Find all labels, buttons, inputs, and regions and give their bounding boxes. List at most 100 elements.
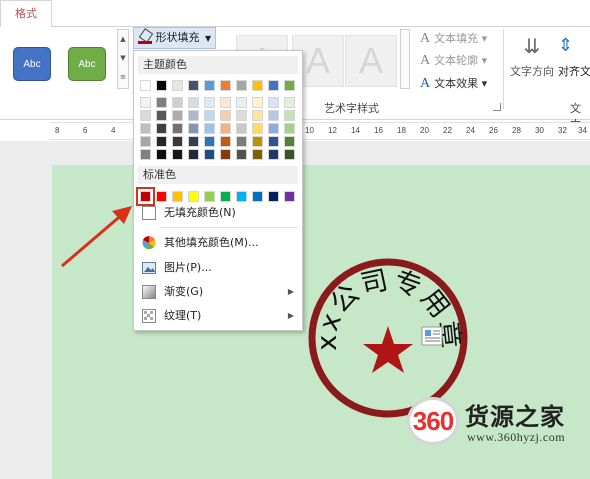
theme-color-swatch[interactable] [140, 136, 151, 147]
align-text-button[interactable]: ⇕ 对齐文 [558, 29, 590, 93]
theme-color-swatch[interactable] [172, 110, 183, 121]
wordart-style-3[interactable]: A [345, 35, 397, 87]
theme-color-swatch[interactable] [188, 136, 199, 147]
theme-color-swatch[interactable] [268, 80, 279, 91]
layout-options-icon[interactable] [421, 326, 443, 346]
theme-color-swatch[interactable] [188, 80, 199, 91]
theme-color-swatch[interactable] [252, 80, 263, 91]
theme-color-swatch[interactable] [172, 80, 183, 91]
theme-color-swatch[interactable] [268, 97, 279, 108]
dialog-launcher-icon[interactable] [493, 103, 501, 111]
standard-color-swatch[interactable] [268, 191, 279, 202]
theme-color-swatch[interactable] [156, 123, 167, 134]
text-outline-button[interactable]: A 文本轮廓 ▾ [420, 51, 487, 71]
theme-color-swatch[interactable] [252, 136, 263, 147]
standard-color-swatch[interactable] [204, 191, 215, 202]
text-effects-button[interactable]: A 文本效果 ▾ [420, 74, 487, 94]
standard-color-swatch[interactable] [236, 191, 247, 202]
theme-color-swatch[interactable] [236, 123, 247, 134]
theme-color-swatch[interactable] [188, 149, 199, 160]
company-seal[interactable]: xx公司专用章 [308, 258, 468, 418]
texture-fill-menu-item[interactable]: 纹理(T) ▶ [136, 305, 300, 327]
standard-color-swatch[interactable] [136, 187, 155, 206]
theme-color-swatch[interactable] [172, 123, 183, 134]
ribbon-tab-bar: 格式 [0, 0, 590, 28]
theme-color-swatch[interactable] [172, 136, 183, 147]
theme-color-swatch[interactable] [284, 80, 295, 91]
text-fill-button[interactable]: A 文本填充 ▾ [420, 29, 487, 49]
theme-color-swatch[interactable] [140, 149, 151, 160]
theme-color-swatch[interactable] [252, 123, 263, 134]
theme-color-swatch[interactable] [156, 97, 167, 108]
theme-color-swatch[interactable] [236, 97, 247, 108]
theme-color-swatch[interactable] [268, 110, 279, 121]
theme-color-swatch[interactable] [268, 123, 279, 134]
ribbon-separator [503, 29, 504, 109]
theme-color-swatch[interactable] [252, 97, 263, 108]
theme-color-swatch[interactable] [236, 80, 247, 91]
theme-color-swatch[interactable] [252, 149, 263, 160]
theme-color-swatch[interactable] [172, 97, 183, 108]
standard-color-swatch[interactable] [188, 191, 199, 202]
theme-color-swatch[interactable] [140, 123, 151, 134]
shape-fill-label: 形状填充 [155, 31, 200, 44]
group-label-wordart: 艺术字样式 [324, 102, 379, 115]
theme-color-swatch[interactable] [236, 136, 247, 147]
theme-color-swatch[interactable] [204, 80, 215, 91]
theme-color-swatch[interactable] [140, 80, 151, 91]
theme-color-swatch[interactable] [156, 136, 167, 147]
theme-color-swatch[interactable] [252, 110, 263, 121]
theme-color-swatch[interactable] [188, 97, 199, 108]
ruler-tick: 30 [535, 126, 544, 135]
more-fill-colors-menu-item[interactable]: 其他填充颜色(M)... [136, 232, 300, 254]
ruler-tick: 18 [397, 126, 406, 135]
theme-color-swatch[interactable] [236, 149, 247, 160]
shape-styles-scroll[interactable]: ▲ ▼ ≡ [117, 29, 129, 89]
theme-color-swatch[interactable] [188, 110, 199, 121]
theme-color-swatch[interactable] [172, 149, 183, 160]
theme-color-swatch[interactable] [220, 136, 231, 147]
theme-color-swatch[interactable] [204, 123, 215, 134]
theme-color-swatch[interactable] [220, 97, 231, 108]
shape-fill-button[interactable]: 形状填充 ▼ [133, 27, 216, 49]
theme-color-swatch[interactable] [236, 110, 247, 121]
tab-format[interactable]: 格式 [0, 0, 52, 28]
theme-color-swatch[interactable] [140, 110, 151, 121]
theme-color-swatch[interactable] [220, 149, 231, 160]
theme-color-swatch[interactable] [268, 136, 279, 147]
theme-color-swatch[interactable] [284, 97, 295, 108]
shape-style-blue[interactable]: Abc [13, 47, 51, 81]
theme-color-swatch[interactable] [204, 149, 215, 160]
standard-color-swatch[interactable] [252, 191, 263, 202]
theme-color-swatch[interactable] [156, 80, 167, 91]
ruler-tick: 24 [466, 126, 475, 135]
theme-color-swatch[interactable] [188, 123, 199, 134]
theme-color-swatch[interactable] [140, 97, 151, 108]
ruler-tick: 4 [111, 126, 116, 135]
text-direction-button[interactable]: ⇊ 文字方向 [507, 29, 557, 93]
theme-color-swatch[interactable] [156, 110, 167, 121]
standard-color-swatch[interactable] [172, 191, 183, 202]
theme-color-swatch[interactable] [220, 80, 231, 91]
wordart-styles-scroll[interactable] [400, 29, 410, 89]
theme-color-swatch[interactable] [220, 110, 231, 121]
theme-color-swatch[interactable] [156, 149, 167, 160]
standard-color-swatch[interactable] [284, 191, 295, 202]
horizontal-ruler[interactable]: 8 6 4 10 12 14 16 18 20 22 24 26 28 30 3… [50, 122, 590, 140]
theme-color-swatch[interactable] [284, 149, 295, 160]
standard-color-swatch[interactable] [156, 191, 167, 202]
theme-color-swatch[interactable] [268, 149, 279, 160]
standard-color-swatch[interactable] [220, 191, 231, 202]
theme-color-swatch[interactable] [284, 136, 295, 147]
picture-fill-menu-item[interactable]: 图片(P)... [136, 257, 300, 279]
theme-color-swatch[interactable] [220, 123, 231, 134]
theme-color-swatch[interactable] [284, 110, 295, 121]
theme-color-swatch[interactable] [204, 110, 215, 121]
theme-color-swatch[interactable] [204, 136, 215, 147]
shape-style-green[interactable]: Abc [68, 47, 106, 81]
no-fill-menu-item[interactable]: 无填充颜色(N) [136, 202, 300, 224]
gradient-fill-menu-item[interactable]: 渐变(G) ▶ [136, 281, 300, 303]
theme-color-swatch[interactable] [284, 123, 295, 134]
ruler-tick: 22 [443, 126, 452, 135]
theme-color-swatch[interactable] [204, 97, 215, 108]
